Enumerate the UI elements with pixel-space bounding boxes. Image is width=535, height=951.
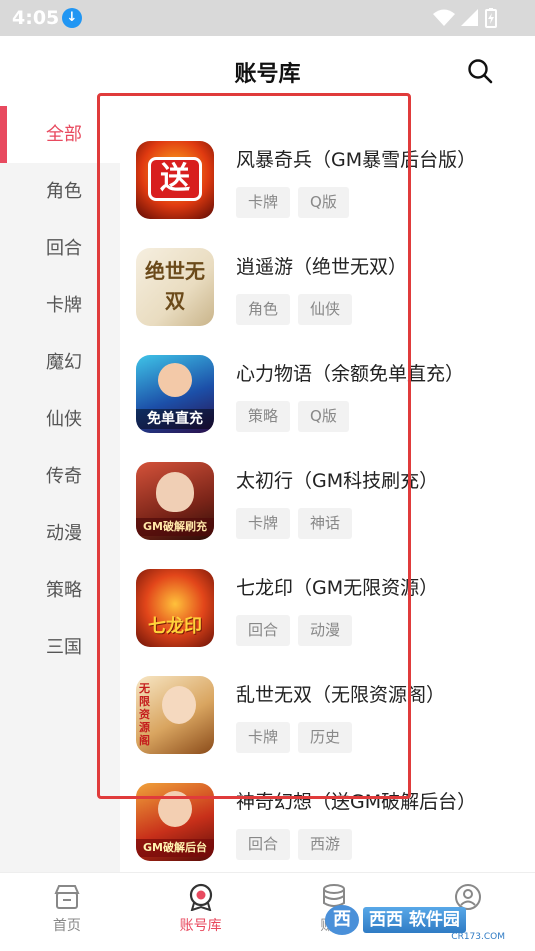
download-icon: ↓	[62, 8, 82, 28]
watermark-url: CR173.COM	[451, 932, 505, 942]
game-name: 七龙印（GM无限资源）	[236, 577, 439, 599]
sidebar-item-legend[interactable]: 传奇	[0, 448, 120, 505]
game-item[interactable]: 无限资源阁 乱世无双（无限资源阁） 卡牌 历史	[136, 676, 526, 776]
tag: 西游	[298, 829, 353, 860]
game-item[interactable]: GM破解刷充 太初行（GM科技刷充） 卡牌 神话	[136, 462, 526, 562]
top-header: 账号库	[0, 36, 535, 106]
game-name: 心力物语（余额免单直充）	[236, 363, 465, 385]
nav-account-library[interactable]: 账号库	[134, 873, 268, 951]
sidebar-item-label: 魔幻	[46, 352, 82, 373]
game-icon: 免单直充	[136, 355, 214, 433]
store-icon	[54, 885, 80, 909]
game-name: 乱世无双（无限资源阁）	[236, 684, 446, 706]
watermark-text: 西西 软件园	[363, 907, 466, 933]
badge-icon	[189, 883, 212, 911]
game-icon: 无限资源阁	[136, 676, 214, 754]
tag: 神话	[298, 508, 353, 539]
game-name: 神奇幻想（送GM破解后台）	[236, 791, 477, 813]
search-icon[interactable]	[467, 58, 493, 84]
game-icon: 绝世无双	[136, 248, 214, 326]
tag: 卡牌	[236, 508, 291, 539]
game-name: 太初行（GM科技刷充）	[236, 470, 439, 492]
tag-list: 卡牌 神话	[236, 508, 353, 539]
sidebar-item-card[interactable]: 卡牌	[0, 277, 120, 334]
wifi-icon	[433, 9, 455, 26]
tag: 策略	[236, 401, 291, 432]
tag: Q版	[298, 401, 349, 432]
tag: 仙侠	[298, 294, 353, 325]
icon-badge-text: 绝世无双	[145, 259, 205, 313]
icon-badge-text: 无限资源阁	[139, 682, 150, 747]
tag: 卡牌	[236, 722, 291, 753]
nav-label: 首页	[52, 918, 81, 934]
tag-list: 回合 动漫	[236, 615, 353, 646]
character-face	[158, 363, 192, 397]
sidebar-item-anime[interactable]: 动漫	[0, 505, 120, 562]
tag: 卡牌	[236, 187, 291, 218]
icon-badge-text: GM破解后台	[136, 839, 214, 857]
nav-label: 账号库	[179, 918, 222, 934]
game-name: 风暴奇兵（GM暴雪后台版）	[236, 149, 477, 171]
game-icon: GM破解后台	[136, 783, 214, 861]
sidebar-item-all[interactable]: 全部	[0, 106, 120, 163]
sidebar-item-label: 卡牌	[46, 295, 82, 316]
sidebar-item-label: 动漫	[46, 523, 82, 544]
game-list: 送 风暴奇兵（GM暴雪后台版） 卡牌 Q版 绝世无双 逍遥游（绝世无双） 角色 …	[120, 106, 535, 872]
sidebar-item-three-kingdoms[interactable]: 三国	[0, 619, 120, 676]
game-item[interactable]: 绝世无双 逍遥游（绝世无双） 角色 仙侠	[136, 248, 526, 348]
character-face	[156, 472, 194, 512]
watermark-icon: 西	[325, 905, 359, 935]
sidebar-item-strategy[interactable]: 策略	[0, 562, 120, 619]
sidebar-item-label: 回合	[46, 238, 82, 259]
game-icon: GM破解刷充	[136, 462, 214, 540]
tag-list: 角色 仙侠	[236, 294, 353, 325]
category-sidebar: 全部 角色 回合 卡牌 魔幻 仙侠 传奇 动漫 策略 三国	[0, 106, 120, 872]
tag: 回合	[236, 829, 291, 860]
status-icons	[433, 8, 497, 28]
tag: 回合	[236, 615, 291, 646]
sidebar-item-xianxia[interactable]: 仙侠	[0, 391, 120, 448]
tag-list: 策略 Q版	[236, 401, 349, 432]
page-title: 账号库	[234, 62, 301, 87]
sidebar-item-label: 全部	[46, 124, 82, 145]
status-time: 4:05	[12, 7, 60, 29]
tag: Q版	[298, 187, 349, 218]
character-face	[162, 686, 196, 724]
sidebar-item-label: 传奇	[46, 466, 82, 487]
game-icon: 送	[136, 141, 214, 219]
tag: 动漫	[298, 615, 353, 646]
game-item[interactable]: 免单直充 心力物语（余额免单直充） 策略 Q版	[136, 355, 526, 455]
icon-badge-text: 免单直充	[136, 409, 214, 429]
status-bar: 4:05 ↓	[0, 0, 535, 36]
battery-icon	[485, 8, 497, 28]
game-item[interactable]: GM破解后台 神奇幻想（送GM破解后台） 回合 西游	[136, 783, 526, 872]
nav-home[interactable]: 首页	[0, 873, 134, 951]
character-face	[158, 791, 192, 827]
game-item[interactable]: 送 风暴奇兵（GM暴雪后台版） 卡牌 Q版	[136, 141, 526, 241]
icon-badge-text: 七龙印	[148, 616, 202, 637]
sidebar-item-role[interactable]: 角色	[0, 163, 120, 220]
tag: 历史	[298, 722, 353, 753]
sidebar-item-label: 策略	[46, 580, 82, 601]
watermark-logo: 西 西西 软件园 CR173.COM	[325, 902, 515, 942]
sidebar-item-turn-based[interactable]: 回合	[0, 220, 120, 277]
game-name: 逍遥游（绝世无双）	[236, 256, 408, 278]
sidebar-item-label: 角色	[46, 181, 82, 202]
sidebar-item-label: 仙侠	[46, 409, 82, 430]
signal-icon	[461, 9, 478, 26]
icon-badge-text: GM破解刷充	[136, 518, 214, 536]
sidebar-item-label: 三国	[46, 637, 82, 658]
game-icon: 七龙印	[136, 569, 214, 647]
game-item[interactable]: 七龙印 七龙印（GM无限资源） 回合 动漫	[136, 569, 526, 669]
tag-list: 回合 西游	[236, 829, 353, 860]
sidebar-item-fantasy[interactable]: 魔幻	[0, 334, 120, 391]
tag: 角色	[236, 294, 291, 325]
icon-badge-text: 送	[148, 157, 202, 201]
tag-list: 卡牌 历史	[236, 722, 353, 753]
tag-list: 卡牌 Q版	[236, 187, 349, 218]
